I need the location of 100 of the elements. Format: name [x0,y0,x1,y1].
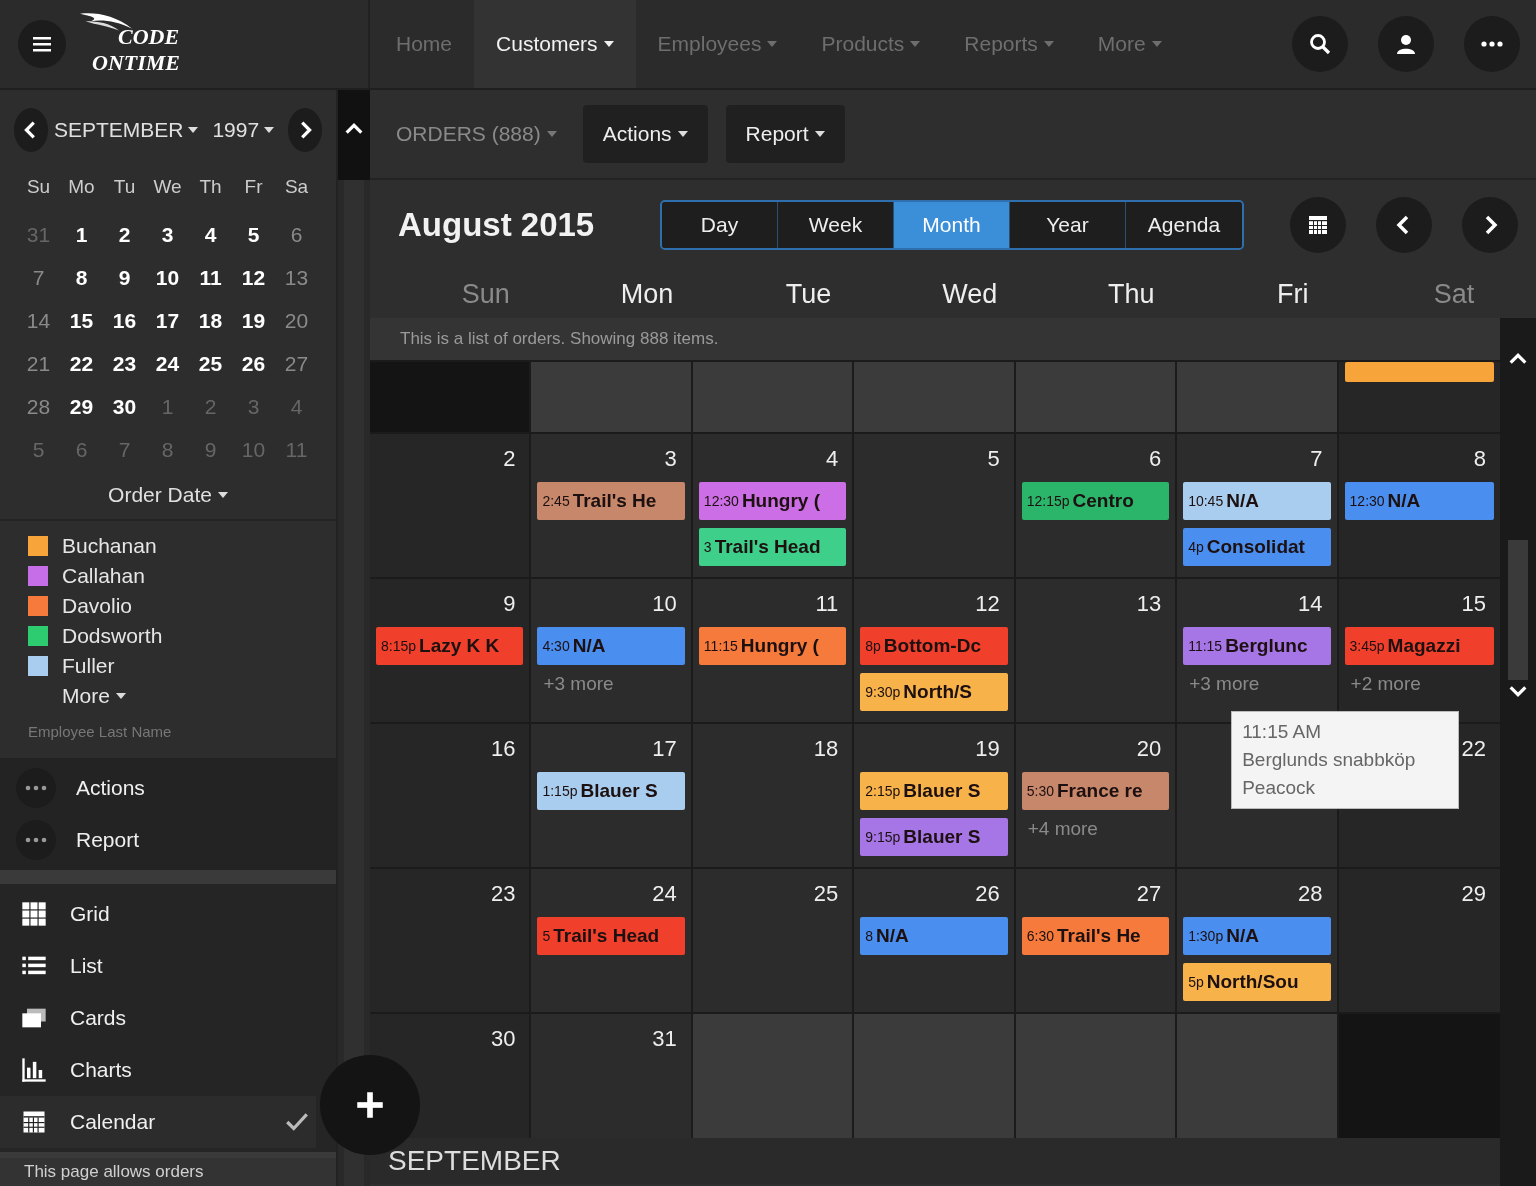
next-month-button[interactable] [288,108,322,152]
event-chip[interactable]: 1:15p Blauer S [537,772,685,810]
calendar-day[interactable]: 12 [232,256,275,299]
calendar-day[interactable]: 29 [60,385,103,428]
caret-icon [217,492,228,498]
calendar-day[interactable]: 3 [146,213,189,256]
view-tab[interactable]: Day [662,202,778,248]
more-dropdown[interactable]: More [62,681,126,711]
view-menu-item[interactable]: List [0,940,316,992]
calendar-day[interactable]: 4 [189,213,232,256]
user-button[interactable] [1378,16,1434,72]
calendar-day[interactable]: 16 [103,299,146,342]
menu-button[interactable] [18,20,66,68]
event-chip[interactable]: 6:30 Trail's He [1021,917,1170,955]
event-chip[interactable]: 11:15 Berglunc [1183,627,1331,665]
calendar-day[interactable]: 20 [275,299,318,342]
logo: CODE ONTIME [78,10,186,78]
more-link[interactable]: +3 more [537,673,685,695]
event-chip[interactable]: 12:30 Hungry ( [698,482,847,520]
calendar-day[interactable]: 8 [60,256,103,299]
event-chip[interactable]: 5:30 France re [1021,772,1170,810]
event-chip[interactable]: 11:15 Hungry ( [698,627,847,665]
view-tab[interactable]: Agenda [1126,202,1242,248]
calendar-day[interactable]: 2 [103,213,146,256]
calendar-button[interactable] [1290,197,1346,253]
calendar-day[interactable]: 5 [232,213,275,256]
calendar-day[interactable]: 23 [103,342,146,385]
day-number: 12 [975,590,1001,618]
calendar-day[interactable]: 26 [232,342,275,385]
calendar-day[interactable]: 10 [146,256,189,299]
calendar-day[interactable]: 22 [60,342,103,385]
more-link[interactable]: +3 more [1183,673,1331,695]
event-chip[interactable]: 8p Bottom-Dc [860,627,1008,665]
year-dropdown[interactable]: 1997 [212,118,275,142]
more-link[interactable]: +4 more [1021,818,1170,840]
view-tab[interactable]: Year [1010,202,1126,248]
event-chip[interactable]: 12:30 N/A [1344,482,1494,520]
scroll-thumb[interactable] [1508,540,1528,680]
calendar-day[interactable]: 14 [17,299,60,342]
view-menu-item[interactable]: Calendar [0,1096,316,1148]
event-chip[interactable]: 10:45 N/A [1183,482,1331,520]
calendar-day[interactable]: 27 [275,342,318,385]
day-number: 16 [490,735,517,763]
event-chip[interactable]: 9:15p Blauer S [860,818,1008,856]
event-chip[interactable]: 9:30p North/S [860,673,1008,711]
previous-month-button[interactable] [14,108,48,152]
event-chip[interactable]: 5 Trail's Head [537,917,685,955]
day-number: 6 [1148,445,1163,473]
more-link[interactable]: +2 more [1344,673,1494,695]
toolbar-button[interactable]: Actions [582,105,708,163]
day-number: 23 [490,880,517,908]
event-chip[interactable]: 1:30p N/A [1183,917,1331,955]
action-menu-item[interactable]: Report [0,814,336,866]
event-chip[interactable]: 4:30 N/A [537,627,685,665]
more-icon [1480,40,1504,48]
toolbar-button[interactable]: Report [725,105,845,163]
event-chip[interactable]: 8 N/A [860,917,1008,955]
calendar-day[interactable]: 28 [17,385,60,428]
calendar-day[interactable]: 9 [103,256,146,299]
weekday-header: Mon [619,278,675,311]
calendar-day[interactable]: 24 [146,342,189,385]
view-menu-item[interactable]: Grid [0,888,316,940]
description-text: This page allows orders [24,1162,205,1182]
calendar-day[interactable]: 25 [189,342,232,385]
event-chip[interactable]: 12:15p Centro [1021,482,1170,520]
event-chip[interactable]: 3 Trail's Head [698,528,847,566]
action-menu-item[interactable]: Actions [0,762,336,814]
view-menu-item[interactable]: Cards [0,992,316,1044]
calendar-day[interactable]: 15 [60,299,103,342]
event-chip[interactable]: 5p North/Sou [1183,963,1331,1001]
calendar-day[interactable]: 19 [232,299,275,342]
event-chip[interactable]: 8:15p Lazy K K [376,627,524,665]
date-field-dropdown[interactable]: Order Date [108,471,228,519]
search-button[interactable] [1292,16,1348,72]
calendar-day[interactable]: 30 [103,385,146,428]
previous-button[interactable] [1376,197,1432,253]
event-chip[interactable]: 3:45p Magazzi [1344,627,1494,665]
calendar-day[interactable]: 18 [189,299,232,342]
view-tab[interactable]: Week [778,202,894,248]
nav-menu-item[interactable]: Customers [474,0,636,88]
calendar-day[interactable]: 7 [17,256,60,299]
view-menu-item[interactable]: Charts [0,1044,316,1096]
calendar-day[interactable]: 6 [275,213,318,256]
next-button[interactable] [1462,197,1518,253]
day-number: 10 [652,590,678,618]
more-button[interactable] [1464,16,1520,72]
view-title-dropdown[interactable]: ORDERS (888) [396,122,557,146]
calendar-day[interactable]: 13 [275,256,318,299]
calendar-day[interactable]: 1 [60,213,103,256]
calendar-day[interactable]: 21 [17,342,60,385]
month-heading: SEPTEMBER [370,1138,1500,1184]
day-number: 2 [503,445,517,473]
event-chip[interactable]: 2:15p Blauer S [860,772,1008,810]
calendar-day[interactable]: 11 [189,256,232,299]
day-number: 28 [1298,880,1324,908]
month-dropdown[interactable]: SEPTEMBER [53,118,199,142]
view-label: Calendar [70,1110,156,1134]
event-chip[interactable]: 4p Consolidat [1183,528,1331,566]
calendar-day[interactable]: 17 [146,299,189,342]
event-chip[interactable]: 2:45 Trail's He [537,482,685,520]
